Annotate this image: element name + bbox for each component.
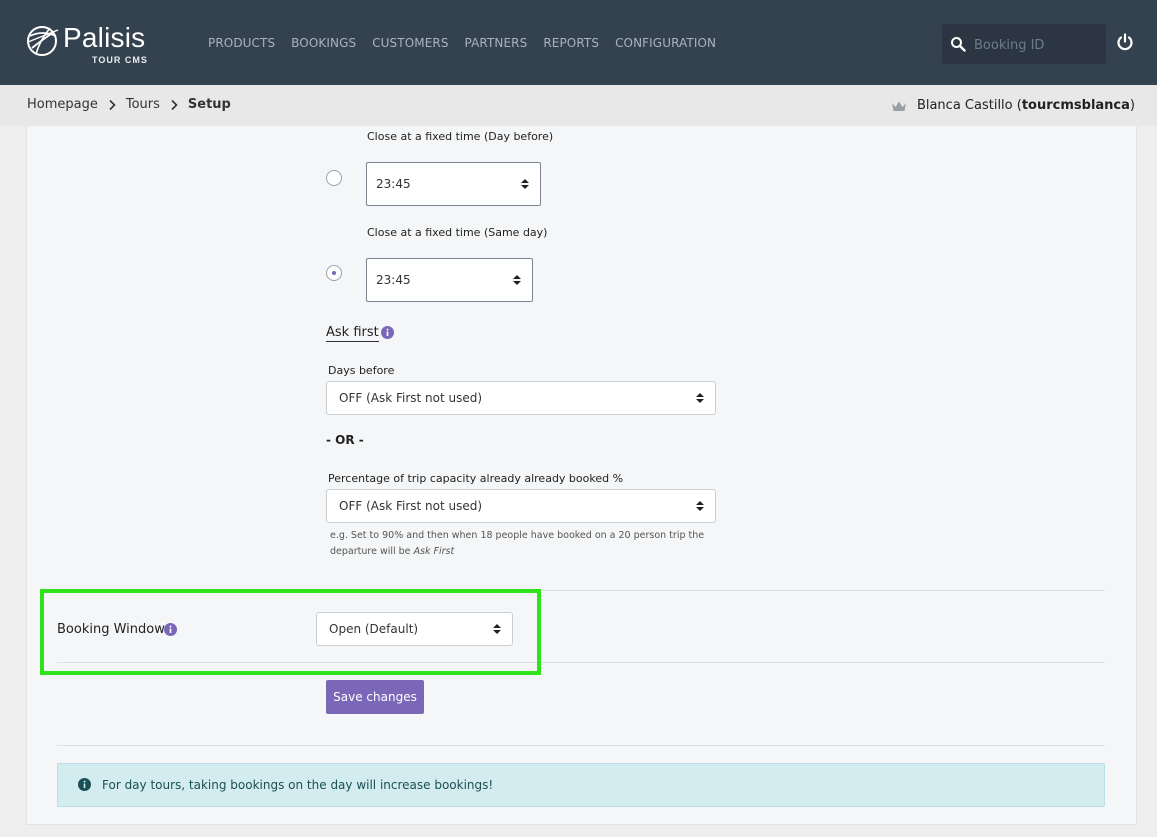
select-arrows-icon bbox=[696, 393, 704, 403]
select-arrows-icon bbox=[696, 501, 704, 511]
user-handle-open: ( bbox=[1012, 98, 1022, 113]
nav-products[interactable]: PRODUCTS bbox=[208, 36, 275, 50]
ask-first-help-text: e.g. Set to 90% and then when 18 people … bbox=[330, 528, 720, 560]
breadcrumb-bar: Homepage Tours Setup Blanca Castillo (to… bbox=[0, 85, 1157, 126]
crown-icon bbox=[891, 101, 906, 111]
setup-panel: Close at a fixed time (Day before) 23:45… bbox=[26, 126, 1137, 825]
booking-window-label: Booking Window bbox=[57, 622, 165, 637]
ask-first-heading[interactable]: Ask first bbox=[326, 325, 379, 342]
globe-logo-icon bbox=[27, 26, 59, 56]
percentage-label: Percentage of trip capacity already alre… bbox=[328, 472, 624, 485]
alert-text: For day tours, taking bookings on the da… bbox=[102, 778, 494, 792]
select-arrows-icon bbox=[513, 275, 521, 285]
select-arrows-icon bbox=[521, 179, 529, 189]
save-changes-button[interactable]: Save changes bbox=[326, 680, 424, 714]
nav-partners[interactable]: PARTNERS bbox=[465, 36, 528, 50]
breadcrumb-tours[interactable]: Tours bbox=[126, 97, 160, 112]
info-alert: For day tours, taking bookings on the da… bbox=[57, 763, 1105, 807]
close-same-day-time-value: 23:45 bbox=[376, 273, 411, 287]
close-day-before-label: Close at a fixed time (Day before) bbox=[367, 130, 554, 143]
percentage-select[interactable]: OFF (Ask First not used) bbox=[326, 489, 716, 523]
brand-name: Palisis bbox=[63, 22, 146, 53]
section-divider bbox=[57, 662, 1105, 663]
help-text-body: e.g. Set to 90% and then when 18 people … bbox=[330, 530, 705, 557]
select-arrows-icon bbox=[493, 624, 501, 634]
or-separator: - OR - bbox=[326, 433, 364, 447]
days-before-value: OFF (Ask First not used) bbox=[339, 391, 483, 405]
user-handle: tourcmsblanca bbox=[1021, 98, 1130, 113]
close-same-day-label: Close at a fixed time (Same day) bbox=[367, 226, 548, 239]
nav-bookings[interactable]: BOOKINGS bbox=[291, 36, 356, 50]
nav-customers[interactable]: CUSTOMERS bbox=[372, 36, 448, 50]
info-icon[interactable] bbox=[164, 623, 177, 636]
chevron-right-icon bbox=[171, 99, 178, 110]
booking-id-input[interactable] bbox=[972, 32, 1102, 58]
percentage-value: OFF (Ask First not used) bbox=[339, 499, 483, 513]
days-before-label: Days before bbox=[328, 364, 395, 377]
breadcrumb: Homepage Tours Setup bbox=[27, 97, 231, 112]
nav-reports[interactable]: REPORTS bbox=[543, 36, 599, 50]
section-divider bbox=[57, 745, 1105, 746]
close-day-before-time-value: 23:45 bbox=[376, 177, 411, 191]
power-logout-icon[interactable] bbox=[1116, 33, 1134, 51]
palisis-logo[interactable]: Palisis TOUR CMS bbox=[26, 22, 156, 68]
brand-subtitle: TOUR CMS bbox=[92, 55, 148, 65]
nav-configuration[interactable]: CONFIGURATION bbox=[615, 36, 716, 50]
chevron-right-icon bbox=[109, 99, 116, 110]
section-divider bbox=[57, 590, 1105, 591]
user-name: Blanca Castillo bbox=[916, 98, 1013, 113]
close-day-before-radio[interactable] bbox=[326, 170, 342, 186]
breadcrumb-current: Setup bbox=[187, 97, 231, 112]
close-same-day-radio[interactable] bbox=[326, 265, 342, 281]
close-day-before-time-select[interactable]: 23:45 bbox=[366, 162, 541, 206]
search-icon bbox=[951, 37, 966, 52]
info-icon[interactable] bbox=[381, 326, 394, 339]
breadcrumb-homepage[interactable]: Homepage bbox=[27, 97, 98, 112]
main-nav: PRODUCTS BOOKINGS CUSTOMERS PARTNERS REP… bbox=[208, 36, 732, 50]
booking-window-select[interactable]: Open (Default) bbox=[316, 612, 513, 646]
booking-window-value: Open (Default) bbox=[329, 622, 419, 636]
booking-search bbox=[942, 24, 1106, 64]
info-circle-icon bbox=[78, 778, 91, 791]
user-handle-close: ) bbox=[1129, 98, 1135, 113]
days-before-select[interactable]: OFF (Ask First not used) bbox=[326, 381, 716, 415]
top-navigation-bar: Palisis TOUR CMS PRODUCTS BOOKINGS CUSTO… bbox=[0, 0, 1157, 85]
help-text-emphasis: Ask First bbox=[413, 546, 455, 557]
close-same-day-time-select[interactable]: 23:45 bbox=[366, 258, 533, 302]
user-account[interactable]: Blanca Castillo (tourcmsblanca) bbox=[891, 98, 1135, 113]
